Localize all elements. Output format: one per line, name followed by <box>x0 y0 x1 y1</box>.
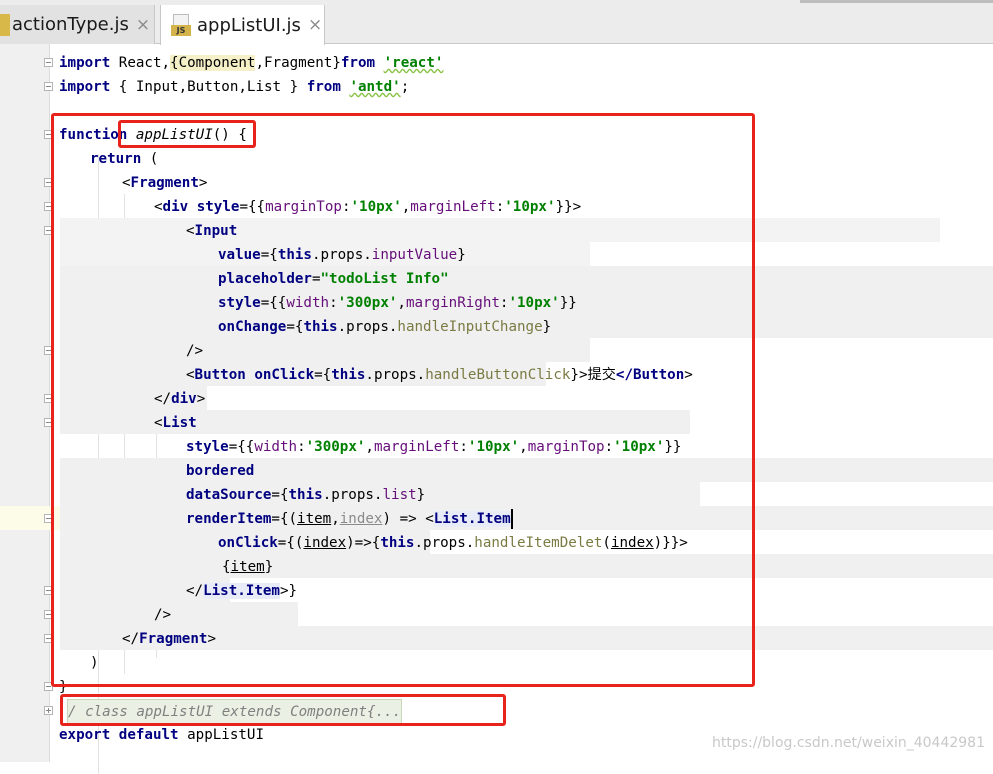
tab-actiontype-js[interactable]: actionType.js × <box>0 5 155 44</box>
editor-tab-bar: actionType.js × JS appListUI.js × <box>0 0 993 45</box>
code-line-2: import { Input,Button,List } from 'antd'… <box>59 79 410 95</box>
tab-applistui-js[interactable]: JS appListUI.js × <box>160 5 325 45</box>
close-icon[interactable]: × <box>136 15 150 35</box>
editor-gutter <box>0 44 50 762</box>
annotation-box-class-comment <box>60 694 506 726</box>
js-file-icon <box>0 13 10 36</box>
annotation-box-function-body <box>51 113 755 687</box>
js-file-icon: JS <box>171 14 191 36</box>
annotation-box-function-name <box>118 120 256 148</box>
tab-label: appListUI.js <box>197 14 301 36</box>
close-icon[interactable]: × <box>308 15 322 35</box>
tab-label: actionType.js <box>12 14 129 35</box>
watermark: https://blog.csdn.net/weixin_40442981 <box>711 735 985 751</box>
tab-bar-scroll-indicator <box>800 0 993 3</box>
code-line-29: export default appListUI <box>59 727 265 743</box>
code-line-1: import React,{Component,Fragment}from 'r… <box>59 55 444 71</box>
